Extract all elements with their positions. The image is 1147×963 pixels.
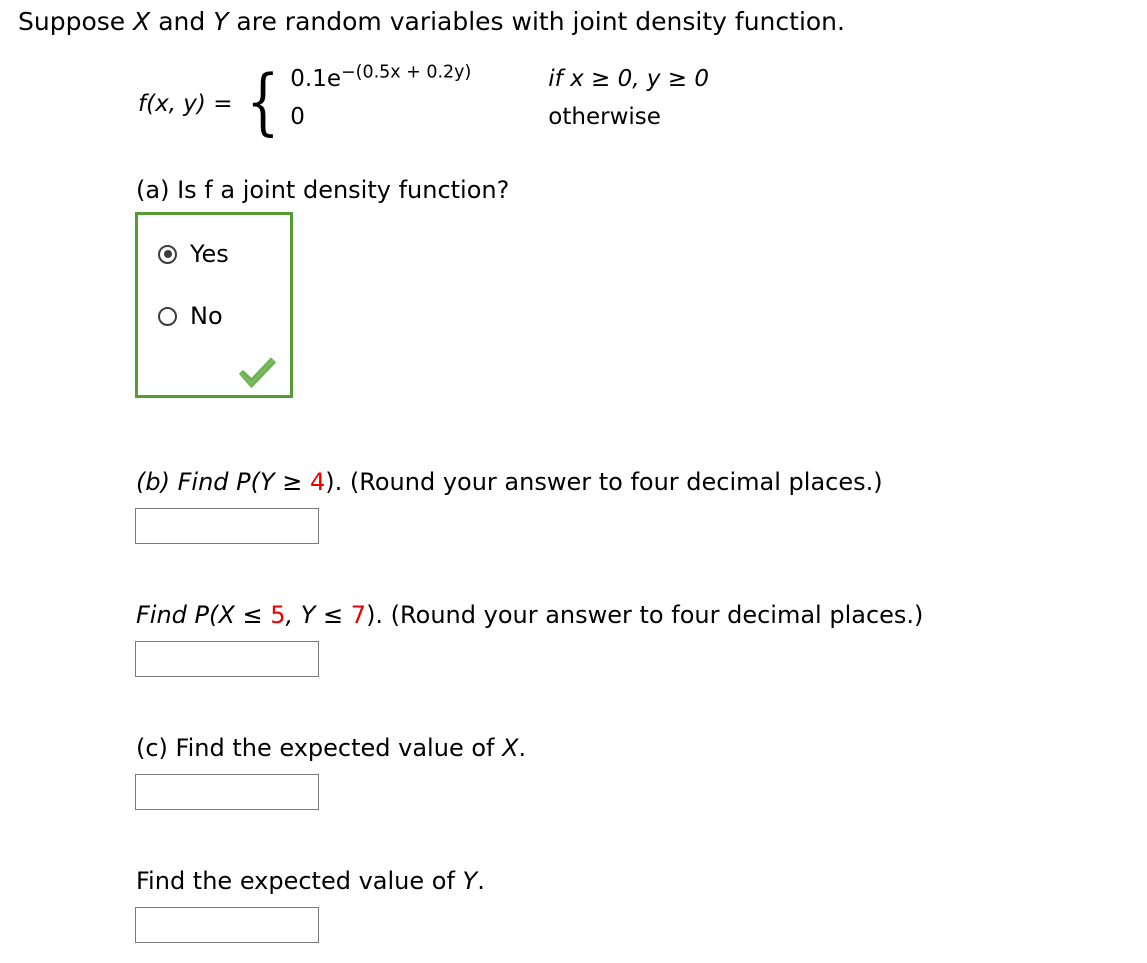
question-c-prefix: (c) Find the expected value of — [136, 734, 503, 762]
question-b2-value-2: 7 — [350, 601, 367, 629]
case-2-condition: otherwise — [548, 104, 661, 130]
radio-button-yes[interactable] — [158, 244, 177, 264]
question-c-suffix: . — [518, 734, 527, 762]
radio-option-yes[interactable]: Yes — [158, 242, 229, 266]
case-2-value: 0 — [290, 104, 305, 130]
stem-variable-y: Y — [213, 7, 229, 36]
problem-page: Suppose X and Y are random variables wit… — [0, 0, 1147, 963]
stem-prefix: Suppose — [18, 7, 134, 36]
question-c2-suffix: . — [477, 867, 485, 895]
stem-variable-x: X — [133, 7, 151, 36]
left-curly-brace: { — [246, 58, 280, 143]
formula-cases: 0.1e−(0.5x + 0.2y) if x ≥ 0, y ≥ 0 0 oth… — [290, 64, 709, 142]
problem-statement: Suppose X and Y are random variables wit… — [18, 5, 845, 39]
joint-density-formula: f(x, y) = { 0.1e−(0.5x + 0.2y) if x ≥ 0,… — [138, 58, 709, 143]
answer-input-c2[interactable] — [135, 907, 319, 943]
case-1-value: 0.1e−(0.5x + 0.2y) — [290, 64, 548, 92]
radio-label-yes: Yes — [190, 240, 229, 268]
question-b2-prefix: Find P(X ≤ — [136, 601, 271, 629]
answer-choice-group-a: Yes No — [135, 212, 293, 398]
question-a-text: (a) Is f a joint density function? — [136, 176, 509, 204]
formula-case-1: 0.1e−(0.5x + 0.2y) if x ≥ 0, y ≥ 0 — [290, 64, 709, 104]
question-c2-variable: Y — [462, 867, 478, 895]
question-b2-suffix: ). (Round your answer to four decimal pl… — [366, 601, 924, 629]
question-b2-value-1: 5 — [270, 601, 286, 629]
radio-button-no[interactable] — [158, 306, 177, 326]
question-b-suffix: ). (Round your answer to four decimal pl… — [325, 468, 883, 496]
question-c-variable: X — [502, 734, 519, 762]
answer-input-b[interactable] — [135, 508, 319, 544]
question-b2-mid: , Y ≤ — [285, 601, 351, 629]
question-a-label: (a) Is f a joint density function? — [136, 176, 510, 204]
answer-input-b2[interactable] — [135, 641, 319, 677]
question-b-prefix: (b) Find P(Y ≥ — [136, 468, 310, 496]
question-c-text: (c) Find the expected value of X. — [136, 734, 526, 762]
question-b-text: (b) Find P(Y ≥ 4). (Round your answer to… — [136, 468, 883, 496]
formula-case-2: 0 otherwise — [290, 104, 709, 142]
radio-option-no[interactable]: No — [158, 304, 223, 328]
case-1-exponent: −(0.5x + 0.2y) — [341, 62, 472, 83]
question-b2-text: Find P(X ≤ 5, Y ≤ 7). (Round your answer… — [136, 601, 923, 629]
question-c2-prefix: Find the expected value of — [136, 867, 463, 895]
case-1-base: 0.1e — [290, 66, 342, 92]
answer-input-c[interactable] — [135, 774, 319, 810]
stem-suffix: are random variables with joint density … — [228, 7, 845, 36]
formula-function-label: f(x, y) = — [138, 91, 233, 117]
question-b-value: 4 — [310, 468, 326, 496]
green-check-icon — [236, 355, 278, 391]
case-1-condition: if x ≥ 0, y ≥ 0 — [548, 66, 709, 92]
question-c2-text: Find the expected value of Y. — [136, 867, 485, 895]
radio-label-no: No — [190, 302, 223, 330]
stem-mid: and — [150, 7, 214, 36]
